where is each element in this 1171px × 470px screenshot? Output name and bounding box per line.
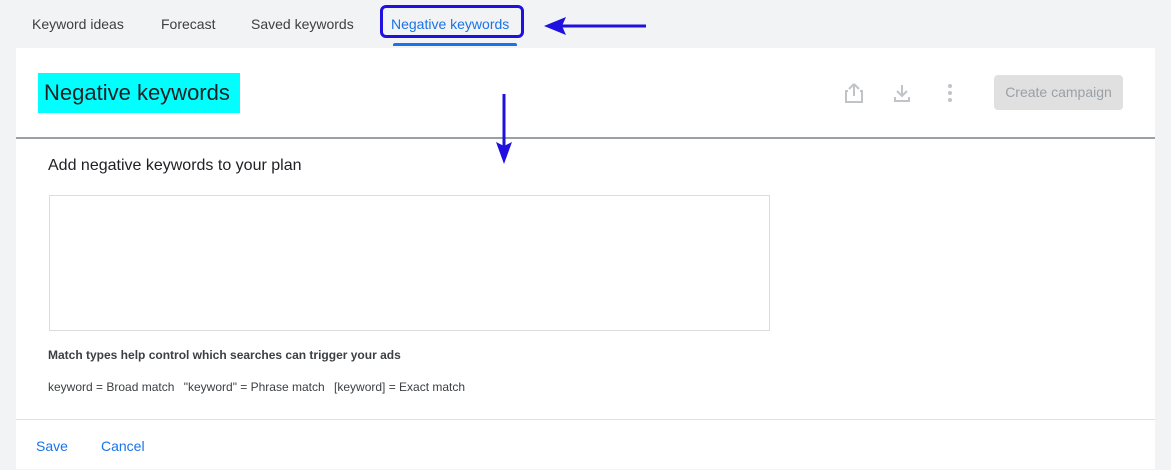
broad-match-label: keyword = Broad match <box>48 380 175 394</box>
exact-match-label: [keyword] = Exact match <box>334 380 466 394</box>
match-types-legend: keyword = Broad match "keyword" = Phrase… <box>48 380 471 394</box>
panel-header: Negative keywords Create campaign <box>16 48 1155 139</box>
tab-saved-keywords[interactable]: Saved keywords <box>251 16 354 32</box>
cancel-button[interactable]: Cancel <box>101 438 145 454</box>
annotation-arrow-down <box>496 94 512 164</box>
tab-forecast[interactable]: Forecast <box>161 16 215 32</box>
share-icon[interactable] <box>843 82 865 104</box>
more-vert-icon[interactable] <box>939 82 961 104</box>
negative-keywords-input[interactable] <box>49 195 770 331</box>
save-button[interactable]: Save <box>36 438 68 454</box>
create-campaign-button[interactable]: Create campaign <box>994 75 1123 110</box>
panel-footer: Save Cancel <box>16 419 1155 470</box>
page-title: Negative keywords <box>38 73 240 113</box>
match-types-title: Match types help control which searches … <box>48 348 401 362</box>
tab-keyword-ideas[interactable]: Keyword ideas <box>32 16 124 32</box>
negative-keywords-panel: Negative keywords Create campaign Add ne… <box>16 48 1155 469</box>
phrase-match-label: "keyword" = Phrase match <box>183 380 325 394</box>
active-tab-indicator <box>393 43 517 46</box>
annotation-arrow-left <box>544 17 646 35</box>
section-title: Add negative keywords to your plan <box>48 157 302 174</box>
download-icon[interactable] <box>891 82 913 104</box>
annotation-highlight-box <box>380 5 524 38</box>
